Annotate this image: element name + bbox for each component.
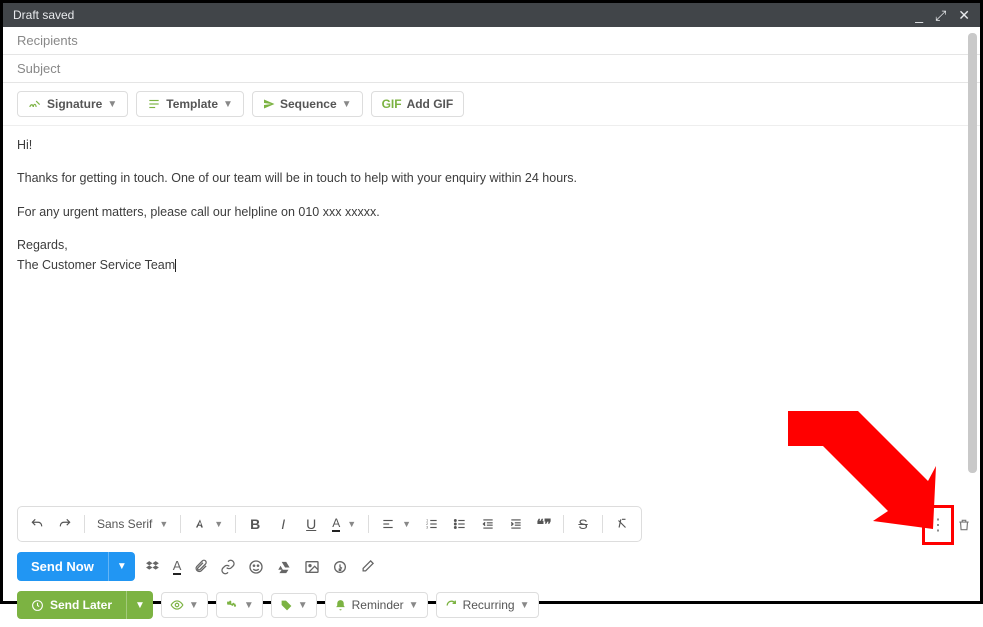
redo-button[interactable] (52, 511, 78, 537)
scrollbar[interactable] (968, 33, 977, 473)
send-now-button[interactable]: Send Now ▼ (17, 552, 135, 581)
emoji-icon[interactable] (248, 559, 264, 575)
font-size-button[interactable]: ▼ (187, 511, 229, 537)
top-actions-row: Signature ▼ Template ▼ Sequence ▼ GIF Ad… (3, 83, 980, 126)
indent-more-button[interactable] (503, 511, 529, 537)
bell-icon (334, 599, 347, 612)
unordered-list-button[interactable] (447, 511, 473, 537)
indent-less-button[interactable] (475, 511, 501, 537)
font-label: Sans Serif (97, 517, 152, 531)
caret-down-icon: ▼ (214, 519, 223, 529)
bold-button[interactable]: B (242, 511, 268, 537)
font-select[interactable]: Sans Serif ▼ (91, 511, 174, 537)
send-later-dropdown[interactable]: ▼ (126, 591, 153, 619)
recurring-button[interactable]: Recurring ▼ (436, 592, 539, 618)
body-line: Hi! (17, 136, 966, 155)
caret-down-icon: ▼ (107, 99, 117, 110)
more-options-button[interactable]: ⋮ (927, 510, 949, 540)
body-line: The Customer Service Team (17, 256, 966, 275)
drive-icon[interactable] (276, 559, 292, 575)
signature-label: Signature (47, 97, 102, 111)
annotation-highlight: ⋮ (922, 505, 954, 545)
caret-down-icon: ▼ (402, 519, 411, 529)
quote-button[interactable]: ❝❞ (531, 511, 557, 537)
tracking-button[interactable]: ▼ (161, 592, 208, 618)
more-options-region: ⋮ (922, 505, 974, 545)
close-icon[interactable]: ✕ (958, 8, 970, 22)
caret-down-icon: ▼ (244, 600, 254, 611)
template-icon (147, 97, 161, 111)
caret-down-icon: ▼ (347, 519, 356, 529)
send-now-dropdown[interactable]: ▼ (108, 552, 135, 581)
image-icon[interactable] (304, 559, 320, 575)
expand-icon[interactable]: ⤢ (935, 8, 946, 22)
body-line: Thanks for getting in touch. One of our … (17, 169, 966, 188)
puzzle-icon (225, 598, 239, 612)
ordered-list-button[interactable]: 123 (419, 511, 445, 537)
recurring-icon (445, 599, 458, 612)
sequence-button[interactable]: Sequence ▼ (252, 91, 363, 117)
signature-icon (28, 97, 42, 111)
compose-header: Draft saved _ ⤢ ✕ (3, 3, 980, 27)
body-line: For any urgent matters, please call our … (17, 203, 966, 222)
signature-button[interactable]: Signature ▼ (17, 91, 128, 117)
eye-icon (170, 598, 184, 612)
body-line: Regards, (17, 236, 966, 255)
minimize-icon[interactable]: _ (915, 8, 923, 22)
header-controls: _ ⤢ ✕ (915, 8, 970, 22)
underline-button[interactable]: U (298, 511, 324, 537)
text-color-button[interactable]: A ▼ (326, 511, 362, 537)
send-row: Send Now ▼ A (3, 548, 980, 585)
recipients-placeholder: Recipients (17, 33, 78, 48)
send-later-label: Send Later (50, 598, 112, 612)
italic-button[interactable]: I (270, 511, 296, 537)
tag-icon (280, 599, 293, 612)
sequence-icon (263, 98, 275, 110)
caret-down-icon: ▼ (223, 99, 233, 110)
caret-down-icon: ▼ (159, 519, 168, 529)
add-gif-label: Add GIF (407, 97, 454, 111)
caret-down-icon: ▼ (189, 600, 199, 611)
pen-icon[interactable] (360, 559, 375, 574)
dropbox-icon[interactable] (145, 559, 161, 575)
link-icon[interactable] (220, 559, 236, 575)
compose-tools: A (145, 559, 376, 575)
caret-down-icon: ▼ (298, 600, 308, 611)
undo-button[interactable] (24, 511, 50, 537)
discard-draft-button[interactable] (954, 510, 974, 540)
send-later-button[interactable]: Send Later ▼ (17, 591, 153, 619)
recipients-field[interactable]: Recipients (3, 27, 980, 55)
attach-icon[interactable] (193, 559, 208, 574)
add-gif-button[interactable]: GIF Add GIF (371, 91, 465, 117)
caret-down-icon: ▼ (520, 600, 530, 611)
confidential-icon[interactable] (332, 559, 348, 575)
extensions-row: Send Later ▼ ▼ ▼ ▼ Reminder ▼ Recurring … (3, 585, 980, 627)
tag-button[interactable]: ▼ (271, 593, 317, 618)
puzzle-button[interactable]: ▼ (216, 592, 263, 618)
caret-down-icon: ▼ (409, 600, 419, 611)
header-title: Draft saved (13, 8, 74, 22)
reminder-button[interactable]: Reminder ▼ (325, 592, 428, 618)
clear-format-button[interactable] (609, 511, 635, 537)
compose-body[interactable]: Hi! Thanks for getting in touch. One of … (3, 126, 980, 506)
subject-placeholder: Subject (17, 61, 60, 76)
clock-icon (31, 599, 44, 612)
svg-text:3: 3 (426, 526, 428, 530)
sequence-label: Sequence (280, 97, 337, 111)
template-label: Template (166, 97, 218, 111)
caret-down-icon: ▼ (342, 99, 352, 110)
subject-field[interactable]: Subject (3, 55, 980, 83)
send-now-label: Send Now (17, 552, 108, 581)
gif-icon: GIF (382, 97, 402, 111)
strikethrough-button[interactable]: S (570, 511, 596, 537)
text-format-icon[interactable]: A (173, 559, 182, 575)
template-button[interactable]: Template ▼ (136, 91, 244, 117)
text-cursor (175, 259, 176, 272)
format-toolbar: Sans Serif ▼ ▼ B I U A ▼ ▼ 123 ❝❞ S (17, 506, 642, 542)
align-button[interactable]: ▼ (375, 511, 417, 537)
recurring-label: Recurring (463, 598, 515, 612)
reminder-label: Reminder (352, 598, 404, 612)
